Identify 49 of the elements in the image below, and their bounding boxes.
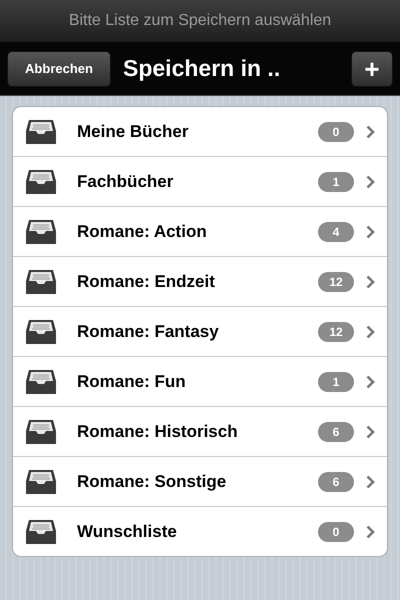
chevron-icon [366,524,375,538]
count-badge: 12 [318,272,354,292]
list-row[interactable]: Meine Bücher 0 [13,107,387,156]
inbox-tray-icon [25,218,57,244]
list-name: Romane: Historisch [77,422,239,442]
chevron-icon [366,174,375,188]
prompt-text: Bitte Liste zum Speichern auswählen [68,12,332,30]
chevron-icon [366,374,375,388]
chevron-icon [366,274,375,288]
list-row[interactable]: Romane: Historisch 6 [13,406,387,456]
list-row[interactable]: Romane: Fantasy 12 [13,306,387,356]
add-button[interactable]: + [351,50,393,86]
count-badge: 6 [318,422,354,442]
inbox-tray-icon [25,268,57,294]
inbox-tray-icon [25,118,57,144]
count-badge: 0 [318,522,354,542]
list-row[interactable]: Romane: Fun 1 [13,356,387,406]
list-row[interactable]: Fachbücher 1 [13,156,387,206]
list-row[interactable]: Romane: Endzeit 12 [13,256,387,306]
inbox-tray-icon [25,168,57,194]
list-name: Romane: Fun [77,372,187,392]
list-name: Romane: Action [77,222,208,242]
list-row[interactable]: Romane: Sonstige 6 [13,456,387,506]
chevron-icon [366,224,375,238]
list-row[interactable]: Romane: Action 4 [13,206,387,256]
inbox-tray-icon [25,468,57,494]
count-badge: 1 [318,172,354,192]
count-badge: 1 [318,372,354,392]
list-name: Romane: Fantasy [77,322,220,342]
inbox-tray-icon [25,368,57,394]
list-name: Meine Bücher [77,122,190,142]
chevron-icon [366,424,375,438]
chevron-icon [366,324,375,338]
list-name: Wunschliste [77,522,178,542]
inbox-tray-icon [25,518,57,544]
inbox-tray-icon [25,418,57,444]
count-badge: 0 [318,122,354,142]
chevron-icon [366,124,375,138]
inbox-tray-icon [25,318,57,344]
count-badge: 4 [318,222,354,242]
count-badge: 6 [318,472,354,492]
list-name: Fachbücher [77,172,174,192]
list-row[interactable]: Wunschliste 0 [13,506,387,556]
cancel-button[interactable]: Abbrechen [7,50,111,86]
chevron-icon [366,474,375,488]
list-name: Romane: Endzeit [77,272,216,292]
nav-title: Speichern in .. [123,55,280,82]
count-badge: 12 [318,322,354,342]
list-name: Romane: Sonstige [77,472,228,492]
